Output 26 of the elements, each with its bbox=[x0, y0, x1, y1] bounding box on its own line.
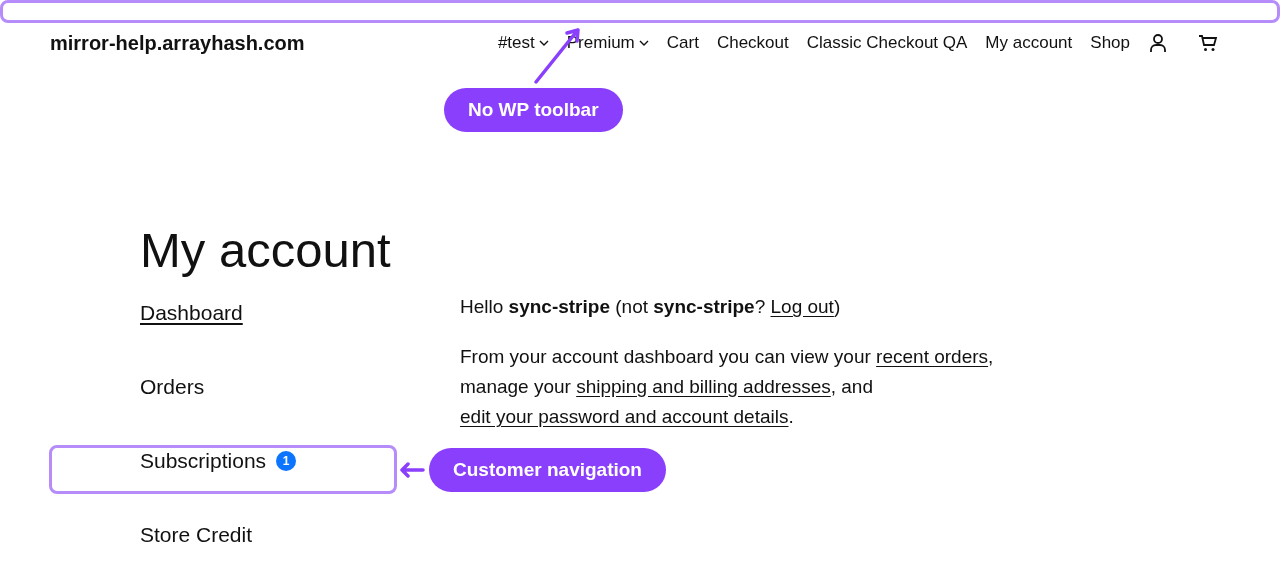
greeting-text: Hello sync-stripe (not sync-stripe? Log out) bbox=[460, 295, 842, 319]
callout-label: No WP toolbar bbox=[444, 88, 623, 132]
nav-link[interactable]: My account bbox=[985, 33, 1073, 53]
caret-icon bbox=[638, 40, 649, 46]
account-nav-link[interactable]: Subscriptions bbox=[140, 449, 267, 473]
page-title: My account bbox=[140, 222, 392, 278]
callout-label: Customer navigation bbox=[429, 448, 666, 492]
text-link[interactable]: recent orders bbox=[876, 346, 989, 367]
account-nav-link[interactable]: Orders bbox=[140, 375, 205, 399]
user-icon[interactable] bbox=[1148, 33, 1168, 53]
count-badge: 1 bbox=[276, 451, 297, 471]
caret-icon bbox=[538, 40, 549, 46]
account-nav-link[interactable]: Dashboard bbox=[140, 301, 243, 325]
site-title[interactable]: mirror-help.arrayhash.com bbox=[50, 31, 305, 55]
account-nav-link[interactable]: Store Credit bbox=[140, 523, 253, 547]
nav-link[interactable]: Shop bbox=[1090, 33, 1130, 53]
cart-icon[interactable] bbox=[1198, 34, 1218, 52]
arrow-icon bbox=[399, 462, 425, 478]
text-link[interactable]: shipping and billing addresses bbox=[576, 376, 831, 397]
nav-link[interactable]: Classic Checkout QA bbox=[806, 33, 968, 53]
text-link[interactable]: edit your password and account details bbox=[460, 406, 789, 427]
intro-paragraph: From your account dashboard you can view your recent orders, manage your shipping and billing addresses, and edit your password and account details. bbox=[460, 345, 995, 429]
nav-link[interactable]: Cart bbox=[666, 33, 699, 53]
nav-dropdown[interactable]: #test bbox=[497, 33, 549, 53]
nav-link[interactable]: Checkout bbox=[716, 33, 789, 53]
logout-link[interactable]: Log out bbox=[770, 296, 834, 317]
